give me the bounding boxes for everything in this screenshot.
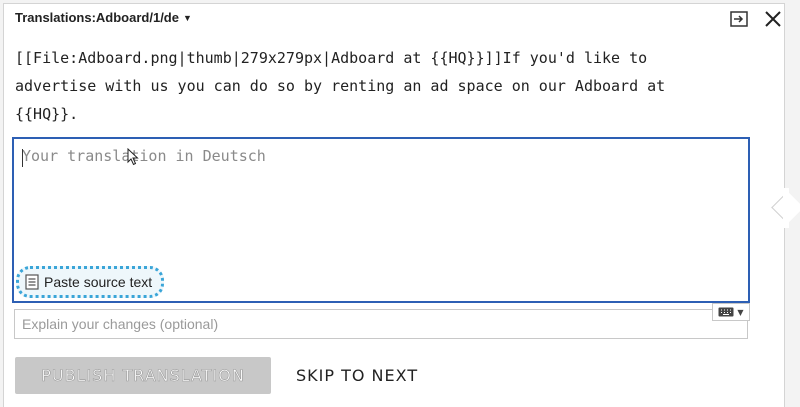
message-title[interactable]: Translations:Adboard/1/de ▼ — [15, 10, 192, 25]
edit-summary-input[interactable] — [15, 310, 747, 338]
publish-translation-button[interactable]: PUBLISH TRANSLATION — [15, 357, 271, 394]
translation-editor: Paste source text — [12, 137, 750, 303]
paste-source-button[interactable]: Paste source text — [16, 266, 165, 298]
source-line: [[File:Adboard.png|thumb|279x279px|Adboa… — [15, 49, 648, 67]
source-line: {{HQ}}. — [15, 105, 79, 123]
paste-source-label: Paste source text — [44, 274, 153, 290]
input-method-button[interactable]: ▼ — [712, 303, 750, 321]
skip-to-next-button[interactable]: SKIP TO NEXT — [296, 366, 418, 385]
source-line: advertise with us you can do so by renti… — [15, 77, 666, 95]
source-text: [[File:Adboard.png|thumb|279x279px|Adboa… — [15, 44, 745, 128]
mouse-pointer-icon — [127, 148, 139, 166]
caret-down-icon[interactable]: ▼ — [183, 13, 192, 23]
message-title-text: Translations:Adboard/1/de — [15, 10, 179, 25]
caret-down-icon: ▼ — [737, 307, 744, 317]
document-icon — [25, 274, 39, 290]
keyboard-icon — [718, 307, 734, 317]
expand-icon[interactable] — [730, 11, 748, 27]
close-icon[interactable] — [764, 10, 782, 28]
edit-summary-field — [14, 309, 748, 339]
text-cursor — [22, 149, 23, 167]
